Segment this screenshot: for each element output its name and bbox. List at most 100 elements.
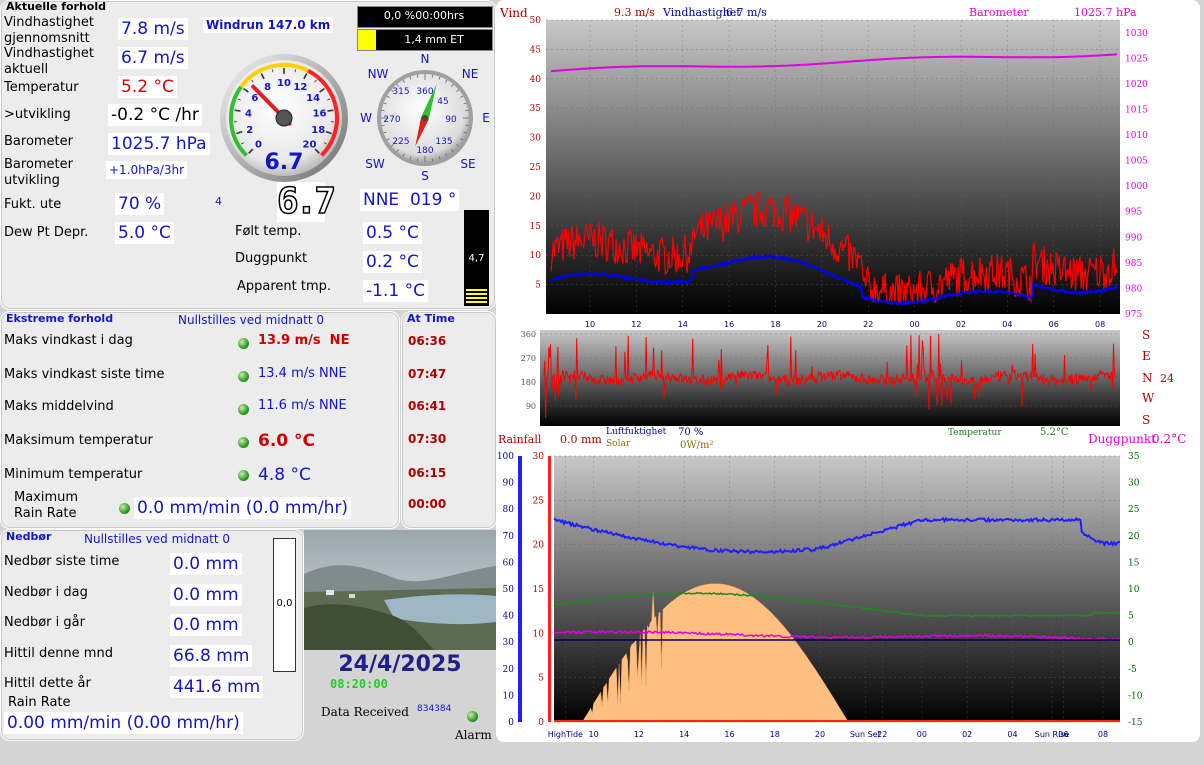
rain-axis-tick: 10	[533, 629, 545, 639]
dir-label-value: 24	[1160, 372, 1174, 385]
compass-degree-270: 270	[383, 115, 400, 125]
current-date: 24/4/2025	[338, 652, 462, 677]
dew-chart-label: Duggpunkt	[1088, 432, 1156, 446]
rain-reset-note: Nullstilles ved midnatt 0	[84, 532, 231, 546]
rain-title: Nedbør	[6, 530, 52, 543]
avg-wind-value: 7.8 m/s	[118, 18, 188, 40]
baro-trend-label: Barometer utvikling	[4, 157, 73, 188]
wind-axis-tick: 20	[530, 192, 542, 202]
dewpoint-value: 0.2 °C	[363, 251, 422, 273]
max-gust-today-time: 06:36	[408, 334, 447, 348]
baro-chart-value: 1025.7 hPa	[1074, 6, 1137, 19]
max-gust-hour-indicator	[238, 371, 249, 382]
baro-axis-tick: 1000	[1125, 182, 1148, 192]
rain-solar-temp-chart: 1009080706050403020100 302520151050 3530…	[497, 427, 1186, 739]
temp-axis-tick: 15	[1128, 558, 1140, 568]
wind-direction-text: NNE 019 °	[360, 189, 460, 211]
cur-wind-value: 6.7 m/s	[118, 47, 188, 69]
direction-axis-tick: 180	[521, 378, 536, 387]
compass-degree-45: 45	[437, 97, 448, 107]
temp-axis-tick: 20	[1128, 532, 1140, 542]
max-avg-wind-value: 11.6 m/s NNE	[258, 398, 347, 413]
compass-w: W	[360, 111, 372, 125]
dew-depr-label: Dew Pt Depr.	[4, 225, 89, 240]
apparent-temp-label: Apparent tmp.	[237, 279, 332, 294]
humidity-axis-tick: 90	[503, 479, 515, 489]
temp-axis-tick: 0	[1128, 638, 1134, 648]
lower-time-tick: HighTide	[548, 730, 583, 739]
windrun-value: Windrun 147.0 km	[203, 17, 334, 33]
wind-speed-gauge: 02 4 68 10 1214 16 18 20 6.7	[220, 54, 348, 182]
min-temp-indicator	[238, 470, 249, 481]
temp-trend-value: -0.2 °C /hr	[108, 104, 202, 126]
temp-label: Temperatur	[4, 80, 79, 95]
rain-axis-tick: 5	[538, 674, 544, 684]
rain-axis-tick: 30	[533, 452, 545, 462]
rain-axis-tick: 20	[533, 541, 545, 551]
wind-axis-tick: 30	[530, 134, 542, 144]
rain-month-label: Hittil denne mnd	[4, 646, 113, 661]
et-mm-marker	[358, 30, 376, 50]
humidity-axis-tick: 20	[503, 665, 515, 675]
lower-time-tick: 20	[815, 730, 825, 739]
direction-axis-tick: 360	[521, 330, 536, 339]
rain-last-hour-value: 0.0 mm	[170, 553, 242, 575]
dewpoint-label: Duggpunkt	[235, 251, 308, 266]
rainfall-value: 0.0 mm	[560, 433, 602, 446]
baro-axis-tick: 985	[1125, 259, 1142, 269]
rainfall-label: Rainfall	[498, 433, 542, 446]
temp-axis-tick: 30	[1128, 479, 1140, 489]
wind-chart-label: Vind	[499, 6, 528, 20]
lower-time-tick: 16	[724, 730, 734, 739]
temp-axis-tick: 25	[1128, 505, 1140, 515]
lower-time-tick: Sun Set	[850, 730, 881, 739]
at-time-title: At Time	[407, 312, 455, 325]
gauge-value-text: 6.7	[265, 150, 304, 175]
level-bar-value: 4,7	[468, 253, 485, 264]
min-temp-value: 4.8 °C	[258, 465, 311, 485]
baro-chart-label: Barometer	[969, 6, 1029, 19]
gauge-tick-label: 12	[293, 82, 307, 93]
rain-yesterday-label: Nedbør i går	[4, 615, 85, 630]
baro-axis-tick: 975	[1125, 310, 1142, 320]
temp-value: 5.2 °C	[118, 76, 177, 98]
et-mm-text: 1,4 mm ET	[404, 33, 464, 46]
wind-axis-tick: 15	[530, 222, 542, 232]
humidity-axis-tick: 70	[503, 532, 515, 542]
gauge-tick-label: 0	[255, 139, 262, 150]
humidity-axis-tick: 80	[503, 505, 515, 515]
wind-axis-tick: 10	[530, 251, 542, 261]
gauge-tick-label: 20	[302, 139, 316, 150]
temp-chart-label: Temperatur	[948, 428, 1002, 438]
gauge-tick-label: 4	[245, 108, 252, 119]
compass-se: SE	[460, 157, 475, 171]
max-avg-wind-label: Maks middelvind	[4, 399, 114, 414]
temp-chart-value: 5.2°C	[1040, 427, 1069, 438]
extremes-reset-note: Nullstilles ved midnatt 0	[178, 313, 325, 327]
current-time: 08:20:00	[330, 677, 388, 691]
baro-axis-tick: 1030	[1125, 29, 1148, 39]
max-gust-today-indicator	[238, 338, 249, 349]
rain-axis-tick: 15	[533, 585, 545, 595]
max-gust-hour-label: Maks vindkast siste time	[4, 367, 165, 382]
max-temp-indicator	[238, 437, 249, 448]
rain-last-hour-label: Nedbør siste time	[4, 554, 120, 569]
wind-axis-tick: 35	[530, 104, 542, 114]
baro-axis-tick: 990	[1125, 233, 1142, 243]
temp-trend-label: >utvikling	[4, 107, 71, 122]
humidity-axis-tick: 60	[503, 558, 515, 568]
alarm-indicator	[467, 711, 478, 722]
humidity-chart-value: 70 %	[678, 427, 703, 438]
max-rain-rate-indicator	[119, 503, 130, 514]
rain-rate-value: 0.00 mm/min (0.00 mm/hr)	[4, 712, 243, 734]
alarm-label: Alarm	[455, 728, 492, 742]
webcam-image	[304, 530, 496, 650]
humidity-axis-tick: 30	[503, 638, 515, 648]
max-rain-rate-label: Maximum Rain Rate	[14, 490, 79, 521]
max-temp-time: 07:30	[408, 432, 447, 446]
lower-time-tick: 06	[1058, 730, 1068, 739]
lower-time-tick: 08	[1098, 730, 1108, 739]
compass-s: S	[421, 169, 429, 183]
wind-axis-tick: 50	[530, 16, 542, 26]
baro-axis-tick: 1025	[1125, 54, 1148, 64]
